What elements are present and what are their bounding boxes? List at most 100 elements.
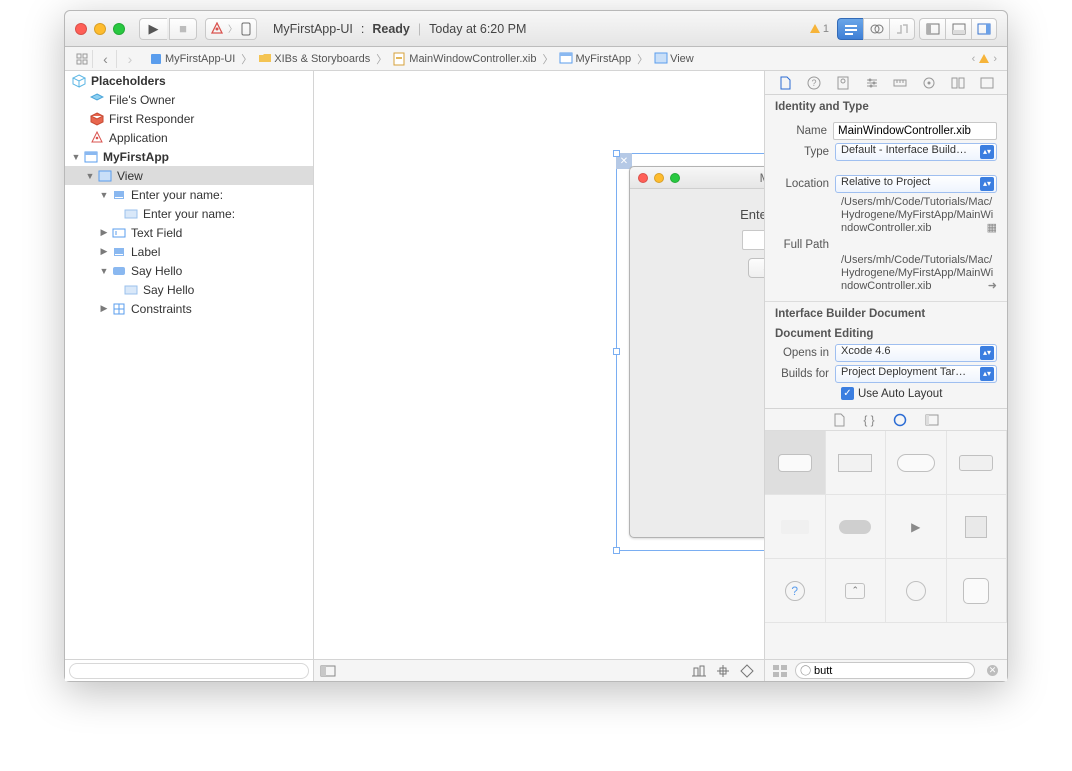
assistant-editor-button[interactable] [863,18,889,40]
first-responder-item[interactable]: First Responder [65,109,313,128]
pin-button[interactable] [712,663,734,679]
library-round-button[interactable] [886,559,947,623]
library-disclosure-triangle[interactable]: ⌃ [826,559,887,623]
jump-bar-issues-nav[interactable]: ‹ [968,53,980,65]
folder-picker-icon[interactable]: ▦ [987,222,997,235]
auto-layout-checkbox[interactable]: ✓ Use Auto Layout [775,387,997,400]
object-library-tab[interactable] [893,413,907,427]
constraints-item[interactable]: ▶ Constraints [65,299,313,318]
identity-inspector-tab[interactable] [832,72,854,94]
minimize-window-button[interactable] [94,23,106,35]
library-help-button[interactable]: ? [765,559,826,623]
version-editor-icon [895,23,909,35]
window-group-item[interactable]: ▼ MyFirstApp [65,147,313,166]
help-icon: ? [807,76,821,90]
file-inspector-tab[interactable] [774,72,796,94]
selection-frame[interactable]: ✕ [616,153,764,551]
device-icon [241,22,251,36]
view-item[interactable]: ▼ View [65,166,313,185]
library-square-button[interactable] [947,495,1008,559]
enter-name-group[interactable]: ▼ Enter your name: [65,185,313,204]
toggle-navigator-button[interactable] [919,18,945,40]
library-rounded-rect-button[interactable] [886,431,947,495]
file-templates-tab[interactable] [833,413,845,427]
close-window-button[interactable] [75,23,87,35]
say-hello-group[interactable]: ▼ Say Hello [65,261,313,280]
view-icon [654,52,668,66]
reveal-arrow-icon[interactable]: ➜ [988,280,997,293]
toggle-outline-button[interactable] [320,665,336,677]
name-label: Name [775,125,833,137]
library-bevel-button[interactable] [947,559,1008,623]
pin-icon [716,664,730,678]
say-hello-cell[interactable]: Say Hello [65,280,313,299]
related-items-button[interactable] [71,50,93,68]
library-check-box[interactable] [765,495,826,559]
run-button[interactable]: ▶ [139,18,167,40]
say-hello-button[interactable]: Say Hello [748,258,764,278]
resolve-issues-button[interactable] [736,663,758,679]
jump-bar-project[interactable]: MyFirstApp-UI [145,52,239,66]
jump-bar-folder[interactable]: XIBs & Storyboards [254,52,374,66]
file-type-select[interactable]: Default - Interface Build…▴▾ [835,143,997,161]
connections-inspector-tab[interactable] [918,72,940,94]
warning-indicator[interactable]: 1 [810,23,829,35]
jump-bar-window[interactable]: MyFirstApp [555,52,635,66]
jump-bar-view[interactable]: View [650,52,698,66]
identity-type-header: Identity and Type [765,95,1007,117]
go-forward-button[interactable]: › [119,50,141,68]
media-library-tab[interactable] [925,414,939,426]
file-name-input[interactable] [833,122,997,140]
library-disclosure-button[interactable]: ▶ [886,495,947,559]
resize-handle[interactable] [613,150,620,157]
library-textured-button[interactable] [947,431,1008,495]
bindings-inspector-tab[interactable] [947,72,969,94]
utilities-panel: ? Identity and Type Name Type Default - … [764,71,1007,681]
effects-inspector-tab[interactable] [976,72,998,94]
location-label: Location [775,178,835,190]
doc-editing-header: Document Editing [775,328,997,340]
attributes-inspector-tab[interactable] [861,72,883,94]
label-item[interactable]: ▶ Label [65,242,313,261]
quick-help-tab[interactable]: ? [803,72,825,94]
library-gradient-button[interactable] [826,431,887,495]
version-editor-button[interactable] [889,18,915,40]
scheme-selector[interactable]: 〉 [205,18,257,40]
builds-for-select[interactable]: Project Deployment Tar…▴▾ [835,365,997,383]
size-inspector-tab[interactable] [889,72,911,94]
standard-editor-button[interactable] [837,18,863,40]
code-snippets-tab[interactable]: { } [863,412,874,427]
toggle-utilities-button[interactable] [971,18,997,40]
stop-button[interactable]: ■ [169,18,197,40]
zoom-window-button[interactable] [113,23,125,35]
jump-bar-file[interactable]: MainWindowController.xib [389,52,540,66]
library-view-toggle[interactable] [769,665,791,677]
resize-handle[interactable] [613,547,620,554]
clear-search-button[interactable]: ✕ [987,665,998,676]
outline-filter-input[interactable] [69,663,309,679]
cell-icon [124,209,138,219]
name-text-field[interactable] [742,230,764,250]
library-recessed-button[interactable] [826,495,887,559]
svg-text:?: ? [812,78,817,88]
jump-bar-issues-next[interactable]: › [989,53,1001,65]
library-search-input[interactable] [795,662,975,679]
bindings-icon [951,77,965,89]
align-button[interactable] [688,663,710,679]
enter-name-label[interactable]: Enter your name: [740,207,764,222]
toggle-debug-button[interactable] [945,18,971,40]
opens-in-select[interactable]: Xcode 4.6▴▾ [835,344,997,362]
text-field-item[interactable]: ▶ Text Field [65,223,313,242]
application-item[interactable]: Application [65,128,313,147]
textfield-icon [112,227,126,239]
button-icon [112,265,126,277]
enter-name-cell[interactable]: Enter your name: [65,204,313,223]
canvas-background[interactable]: ✕ [314,71,764,659]
library-push-button[interactable] [765,431,826,495]
resize-handle[interactable] [613,348,620,355]
jump-bar-warning[interactable] [979,54,989,63]
go-back-button[interactable]: ‹ [95,50,117,68]
files-owner-item[interactable]: File's Owner [65,90,313,109]
location-select[interactable]: Relative to Project▴▾ [835,175,997,193]
standard-editor-icon [844,23,858,35]
